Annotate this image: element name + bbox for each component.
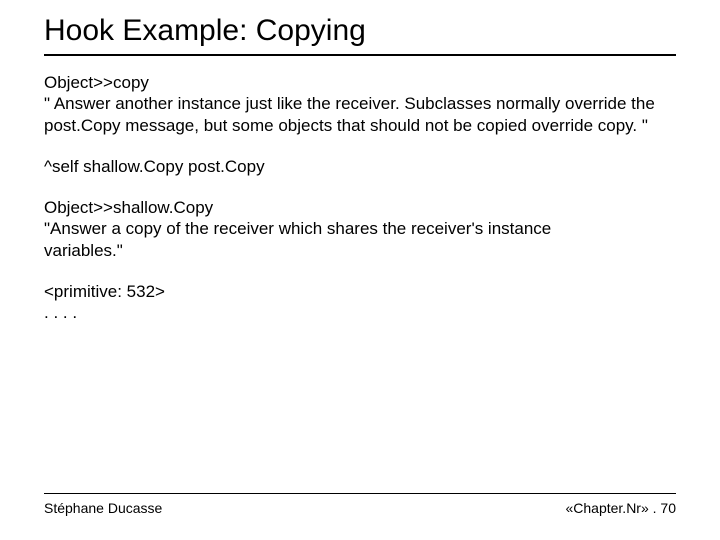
method2-comment-line2: variables." bbox=[44, 240, 676, 261]
method1-signature: Object>>copy bbox=[44, 72, 676, 93]
method2-signature: Object>>shallow.Copy bbox=[44, 197, 676, 218]
method1-comment: " Answer another instance just like the … bbox=[44, 93, 676, 136]
method2-comment-line1: "Answer a copy of the receiver which sha… bbox=[44, 218, 676, 239]
footer-divider bbox=[44, 493, 676, 494]
footer-page: «Chapter.Nr» . 70 bbox=[565, 500, 676, 516]
method1-body: ^self shallow.Copy post.Copy bbox=[44, 156, 676, 177]
slide-title: Hook Example: Copying bbox=[44, 14, 676, 56]
footer-author: Stéphane Ducasse bbox=[44, 500, 162, 516]
spacer bbox=[44, 261, 676, 281]
slide-body: Object>>copy " Answer another instance j… bbox=[44, 72, 676, 323]
slide: Hook Example: Copying Object>>copy " Ans… bbox=[0, 0, 720, 540]
slide-footer: Stéphane Ducasse «Chapter.Nr» . 70 bbox=[44, 493, 676, 516]
spacer bbox=[44, 177, 676, 197]
footer-row: Stéphane Ducasse «Chapter.Nr» . 70 bbox=[44, 500, 676, 516]
method2-dots: . . . . bbox=[44, 302, 676, 323]
spacer bbox=[44, 136, 676, 156]
method2-primitive: <primitive: 532> bbox=[44, 281, 676, 302]
